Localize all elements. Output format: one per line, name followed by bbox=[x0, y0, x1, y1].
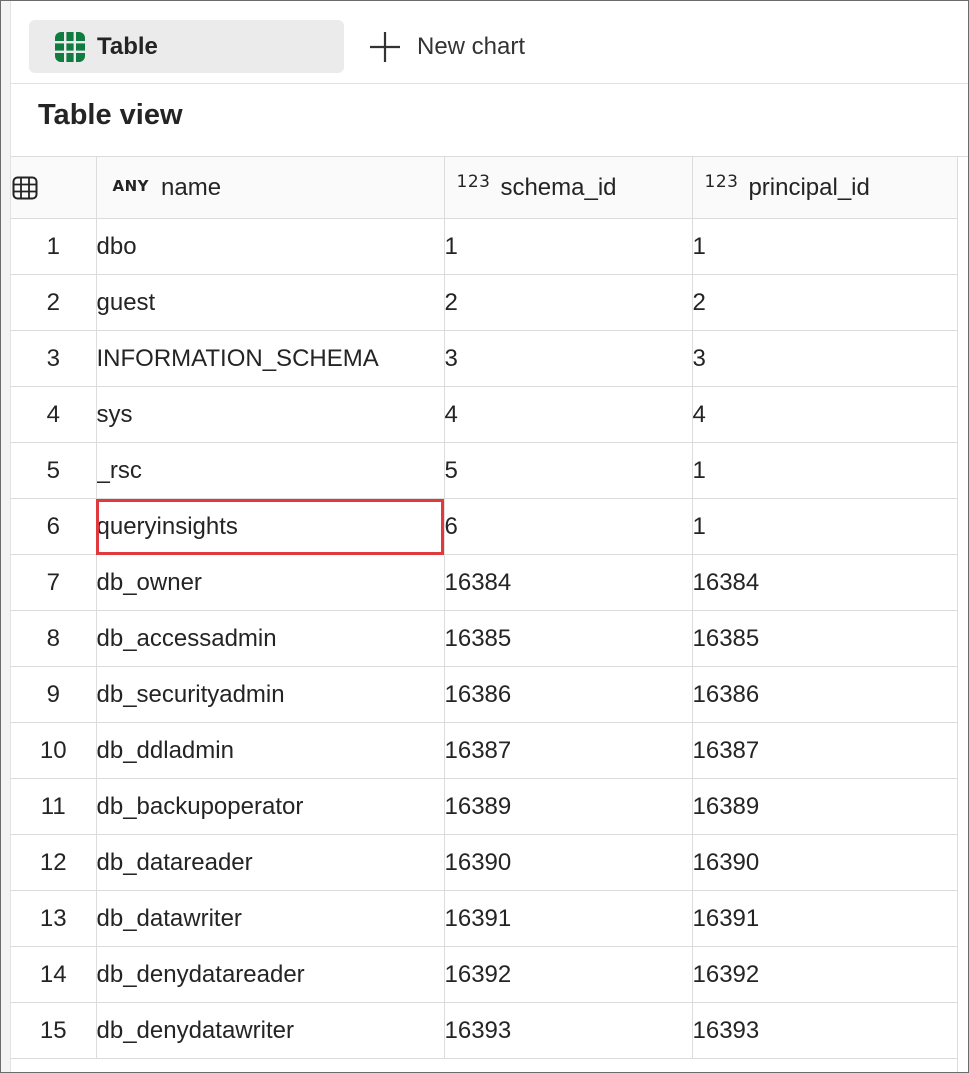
cell-schema-id[interactable]: 16393 bbox=[444, 1002, 693, 1059]
table-row[interactable]: 15 db_denydatawriter 16393 16393 bbox=[11, 1002, 958, 1059]
row-number: 14 bbox=[11, 946, 97, 1003]
cell-schema-id[interactable]: 16392 bbox=[444, 946, 693, 1003]
row-number: 9 bbox=[11, 666, 97, 723]
cell-schema-id[interactable]: 2 bbox=[444, 274, 693, 331]
cell-schema-id[interactable]: 16391 bbox=[444, 890, 693, 947]
cell-principal-id[interactable]: 16389 bbox=[692, 778, 958, 835]
cell-name[interactable]: db_ddladmin bbox=[96, 722, 445, 779]
cell-name[interactable]: db_accessadmin bbox=[96, 610, 445, 667]
table-row[interactable]: 5 _rsc 5 1 bbox=[11, 442, 958, 499]
table-row[interactable]: 9 db_securityadmin 16386 16386 bbox=[11, 666, 958, 723]
column-header-label: schema_id bbox=[500, 173, 617, 201]
table-row[interactable]: 1 dbo 1 1 bbox=[11, 218, 958, 275]
table-row[interactable]: 14 db_denydatareader 16392 16392 bbox=[11, 946, 958, 1003]
row-number: 13 bbox=[11, 890, 97, 947]
cell-name[interactable]: db_backupoperator bbox=[96, 778, 445, 835]
cell-principal-id[interactable]: 1 bbox=[692, 498, 958, 555]
cell-schema-id[interactable]: 1 bbox=[444, 218, 693, 275]
cell-schema-id[interactable]: 16390 bbox=[444, 834, 693, 891]
row-number: 12 bbox=[11, 834, 97, 891]
table-view-panel: Table New chart Table view ANY name 123 … bbox=[0, 0, 969, 1073]
type-number-icon: 123 bbox=[704, 171, 739, 192]
cell-schema-id[interactable]: 16387 bbox=[444, 722, 693, 779]
cell-name[interactable]: db_datareader bbox=[96, 834, 445, 891]
row-number: 6 bbox=[11, 498, 97, 555]
cell-principal-id[interactable]: 16387 bbox=[692, 722, 958, 779]
left-edge-strip bbox=[1, 1, 11, 1072]
cell-principal-id[interactable]: 16384 bbox=[692, 554, 958, 611]
cell-name[interactable]: sys bbox=[96, 386, 445, 443]
cell-name[interactable]: db_denydatareader bbox=[96, 946, 445, 1003]
table-header-row: ANY name 123 schema_id 123 principal_id bbox=[11, 157, 958, 219]
column-header-schema-id[interactable]: 123 schema_id bbox=[444, 157, 693, 219]
cell-name[interactable]: queryinsights bbox=[96, 498, 445, 555]
cell-principal-id[interactable]: 16393 bbox=[692, 1002, 958, 1059]
cell-schema-id[interactable]: 16386 bbox=[444, 666, 693, 723]
new-chart-button[interactable]: New chart bbox=[367, 20, 525, 73]
cell-principal-id[interactable]: 16392 bbox=[692, 946, 958, 1003]
table-grid-icon bbox=[53, 30, 87, 64]
tab-table-label: Table bbox=[97, 32, 158, 60]
results-table: ANY name 123 schema_id 123 principal_id bbox=[11, 157, 958, 1059]
table-row[interactable]: 12 db_datareader 16390 16390 bbox=[11, 834, 958, 891]
cell-name[interactable]: db_datawriter bbox=[96, 890, 445, 947]
row-number: 15 bbox=[11, 1002, 97, 1059]
cell-principal-id[interactable]: 16386 bbox=[692, 666, 958, 723]
cell-schema-id[interactable]: 16385 bbox=[444, 610, 693, 667]
cell-name[interactable]: db_securityadmin bbox=[96, 666, 445, 723]
cell-name[interactable]: guest bbox=[96, 274, 445, 331]
table-right-edge bbox=[957, 157, 968, 1072]
table-row[interactable]: 13 db_datawriter 16391 16391 bbox=[11, 890, 958, 947]
cell-schema-id[interactable]: 3 bbox=[444, 330, 693, 387]
cell-schema-id[interactable]: 4 bbox=[444, 386, 693, 443]
cell-schema-id[interactable]: 16389 bbox=[444, 778, 693, 835]
view-tab-bar: Table New chart bbox=[11, 1, 968, 84]
cell-principal-id[interactable]: 2 bbox=[692, 274, 958, 331]
table-row[interactable]: 10 db_ddladmin 16387 16387 bbox=[11, 722, 958, 779]
table-select-all-icon bbox=[11, 173, 39, 200]
page-title: Table view bbox=[38, 99, 183, 131]
column-header-label: principal_id bbox=[748, 173, 870, 201]
table-row[interactable]: 11 db_backupoperator 16389 16389 bbox=[11, 778, 958, 835]
cell-schema-id[interactable]: 5 bbox=[444, 442, 693, 499]
cell-name[interactable]: dbo bbox=[96, 218, 445, 275]
row-number: 7 bbox=[11, 554, 97, 611]
cell-principal-id[interactable]: 1 bbox=[692, 218, 958, 275]
cell-name[interactable]: _rsc bbox=[96, 442, 445, 499]
table-row[interactable]: 8 db_accessadmin 16385 16385 bbox=[11, 610, 958, 667]
row-number: 4 bbox=[11, 386, 97, 443]
row-number: 8 bbox=[11, 610, 97, 667]
select-all-corner[interactable] bbox=[11, 157, 97, 219]
cell-principal-id[interactable]: 4 bbox=[692, 386, 958, 443]
row-number: 3 bbox=[11, 330, 97, 387]
row-number: 10 bbox=[11, 722, 97, 779]
row-number: 1 bbox=[11, 218, 97, 275]
table-row[interactable]: 2 guest 2 2 bbox=[11, 274, 958, 331]
cell-name[interactable]: db_owner bbox=[96, 554, 445, 611]
cell-principal-id[interactable]: 16391 bbox=[692, 890, 958, 947]
table-row[interactable]: 3 INFORMATION_SCHEMA 3 3 bbox=[11, 330, 958, 387]
table-row[interactable]: 6 queryinsights 6 1 bbox=[11, 498, 958, 555]
cell-principal-id[interactable]: 3 bbox=[692, 330, 958, 387]
new-chart-label: New chart bbox=[417, 32, 526, 60]
row-number: 2 bbox=[11, 274, 97, 331]
cell-principal-id[interactable]: 16390 bbox=[692, 834, 958, 891]
cell-principal-id[interactable]: 1 bbox=[692, 442, 958, 499]
row-number: 5 bbox=[11, 442, 97, 499]
cell-name[interactable]: INFORMATION_SCHEMA bbox=[96, 330, 445, 387]
tab-table[interactable]: Table bbox=[29, 20, 344, 73]
type-number-icon: 123 bbox=[456, 171, 491, 192]
type-any-icon: ANY bbox=[112, 176, 150, 195]
column-header-label: name bbox=[161, 173, 222, 201]
column-header-name[interactable]: ANY name bbox=[96, 157, 445, 219]
cell-schema-id[interactable]: 16384 bbox=[444, 554, 693, 611]
cell-schema-id[interactable]: 6 bbox=[444, 498, 693, 555]
cell-principal-id[interactable]: 16385 bbox=[692, 610, 958, 667]
column-header-principal-id[interactable]: 123 principal_id bbox=[692, 157, 958, 219]
table-row[interactable]: 4 sys 4 4 bbox=[11, 386, 958, 443]
table-row[interactable]: 7 db_owner 16384 16384 bbox=[11, 554, 958, 611]
plus-icon bbox=[367, 29, 403, 65]
cell-name[interactable]: db_denydatawriter bbox=[96, 1002, 445, 1059]
row-number: 11 bbox=[11, 778, 97, 835]
